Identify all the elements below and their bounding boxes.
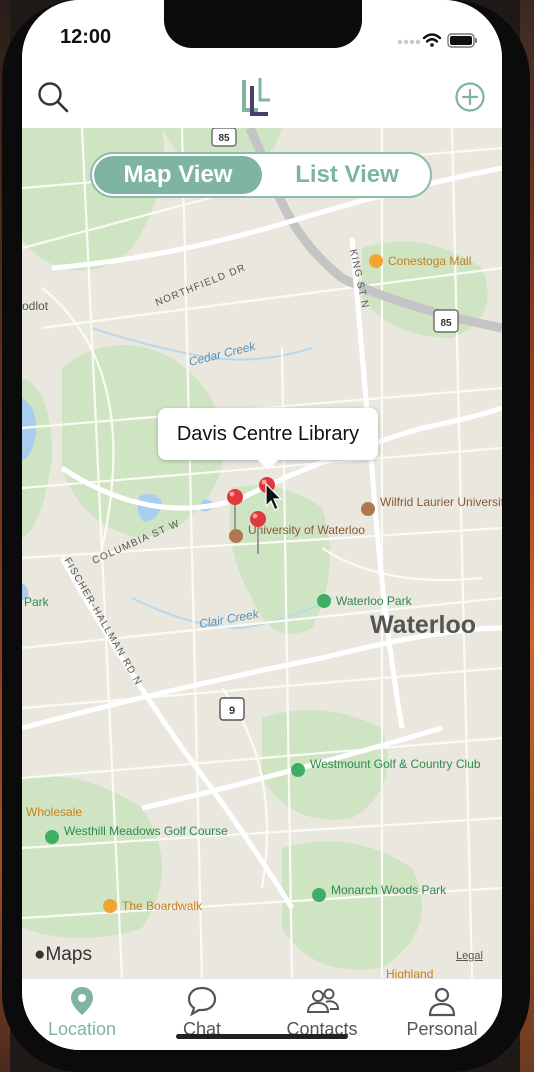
poi-university-of-waterloo: University of Waterloo [248,523,365,537]
poi-highland: Highland [386,967,433,978]
pin-callout[interactable]: Davis Centre Library [158,408,378,460]
highway-shield-85-right: 85 [433,309,459,333]
legal-link[interactable]: Legal [456,950,483,962]
shield-9-label: 9 [229,705,235,717]
highway-shield-85-top: 85 [211,128,237,147]
shield-85-top-label: 85 [218,133,230,144]
search-icon[interactable] [36,80,70,114]
poi-waterloo-park-icon [317,594,331,608]
tab-personal-label: Personal [406,1019,478,1039]
apple-maps-attribution: ●Maps [34,944,92,966]
battery-icon [447,33,477,48]
map-view-tab[interactable]: Map View [94,156,262,194]
poi-westhill-icon [45,830,59,844]
shield-85-right-label: 85 [440,318,452,329]
status-bar: 12:00 [22,0,502,66]
city-label-waterloo: Waterloo [370,611,476,639]
poi-wilfrid-laurier-line: Wilfrid Laurier University [380,495,502,509]
poi-monarch-woods-park: Monarch Woods Park [331,883,447,897]
maps-attribution-text: Maps [45,944,92,965]
poi-park: Park [24,595,50,609]
poi-conestoga-mall-icon [369,254,383,268]
bottom-tab-bar: Location Chat Contacts Personal [22,978,502,1050]
poi-wholesale: Wholesale [26,805,82,819]
poi-westhill-meadows: Westhill Meadows Golf Course [64,824,228,838]
view-toggle: Map View List View [90,152,432,198]
home-indicator[interactable] [176,1034,348,1039]
location-pin-icon [71,987,93,1015]
app-logo-icon [242,78,270,116]
cellular-icon [397,39,421,45]
poi-the-boardwalk: The Boardwalk [122,899,203,913]
contacts-icon [306,988,340,1013]
poi-waterloo-park: Waterloo Park [336,594,413,608]
poi-westmount-icon [291,763,305,777]
tab-location-label: Location [47,1019,117,1039]
apple-logo-icon: ● [34,944,46,965]
app-screen: 12:00 85 85 9 NORTHFIELD DR KING ST N CO… [22,0,502,1050]
highway-shield-9: 9 [219,697,245,721]
tab-personal[interactable]: Personal [382,981,502,1047]
chat-bubble-icon [187,986,217,1017]
status-indicators [397,33,477,48]
top-nav-bar [22,66,502,128]
person-icon [428,987,456,1017]
poi-conestoga-mall: Conestoga Mall [388,254,471,268]
poi-laurier-icon [361,502,375,516]
phone-frame: 12:00 85 85 9 NORTHFIELD DR KING ST N CO… [2,0,530,1072]
pin-callout-tail [256,458,280,470]
status-time: 12:00 [60,26,112,48]
poi-odlot: odlot [22,299,49,313]
map-canvas: 85 85 9 NORTHFIELD DR KING ST N COLUMBIA… [22,128,502,978]
tab-location[interactable]: Location [22,981,142,1047]
wifi-icon [422,33,442,47]
poi-monarch-woods-icon [312,888,326,902]
poi-westmount-golf: Westmount Golf & Country Club [310,757,481,771]
poi-uwaterloo-icon [229,529,243,543]
list-view-tab[interactable]: List View [264,156,430,194]
notch [164,0,362,48]
map-view[interactable]: 85 85 9 NORTHFIELD DR KING ST N COLUMBIA… [22,128,502,978]
add-circle-icon[interactable] [454,81,486,113]
poi-boardwalk-icon [103,899,117,913]
